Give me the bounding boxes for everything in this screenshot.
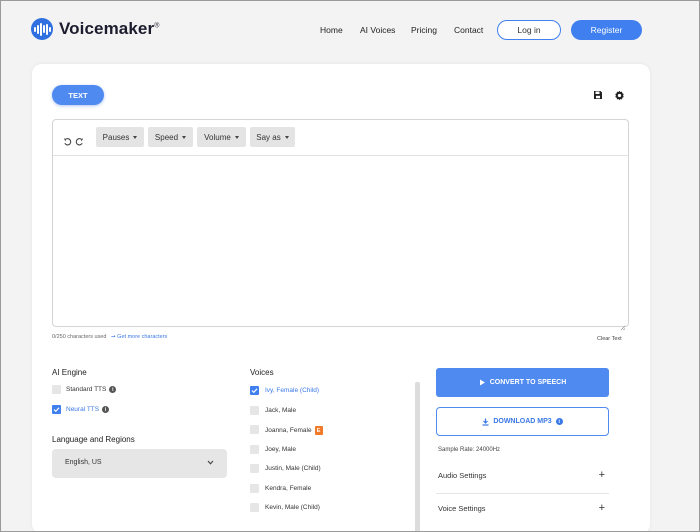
brand-name: Voicemaker® (59, 19, 160, 38)
divider (436, 493, 609, 494)
info-icon[interactable]: i (109, 386, 117, 393)
voice-label: Justin, Male (Child) (265, 465, 321, 472)
standard-tts-checkbox[interactable] (52, 385, 61, 394)
caret-down-icon (284, 135, 289, 139)
play-icon (479, 379, 485, 386)
voice-checkbox[interactable] (250, 425, 259, 434)
voice-checkbox[interactable] (250, 386, 259, 395)
voice-item[interactable]: Ivy, Female (Child) (250, 386, 420, 398)
ai-engine-title: AI Engine (52, 368, 87, 377)
save-icon[interactable] (592, 89, 604, 101)
chevron-down-icon (207, 460, 214, 465)
voice-item[interactable]: Joey, Male (250, 445, 420, 457)
text-input[interactable] (53, 156, 628, 326)
audio-settings-toggle[interactable]: Audio Settings + (436, 462, 609, 490)
waveform-icon (31, 18, 53, 40)
voice-item[interactable]: Kendra, Female (250, 484, 420, 496)
caret-down-icon (182, 135, 187, 139)
download-mp3-button[interactable]: DOWNLOAD MP3 i (436, 407, 609, 436)
info-icon[interactable]: i (102, 406, 110, 413)
standard-tts-label: Standard TTS i (66, 386, 117, 393)
text-editor: Pauses Speed Volume Say as (52, 119, 629, 331)
caret-down-icon (133, 135, 138, 139)
editor-toolbar: Pauses Speed Volume Say as (53, 120, 628, 156)
tts-card: TEXT Pauses Speed Volume Say as 0/250 ch… (32, 64, 650, 531)
plus-icon: + (598, 502, 605, 514)
voice-label: Joanna, Female E (265, 426, 323, 435)
caret-down-icon (234, 135, 239, 139)
gear-icon[interactable] (613, 89, 625, 101)
voice-label: Ivy, Female (Child) (265, 387, 320, 394)
voice-checkbox[interactable] (250, 503, 259, 512)
voice-badge: E (314, 426, 323, 435)
login-button[interactable]: Log in (497, 20, 561, 40)
resize-handle-icon[interactable] (620, 318, 626, 331)
voices-scrollbar[interactable] (415, 382, 420, 531)
voice-checkbox[interactable] (250, 406, 259, 415)
browser-viewport: Voicemaker® Home AI Voices Pricing Conta… (0, 0, 700, 532)
nav-home[interactable]: Home (320, 25, 343, 35)
nav-contact[interactable]: Contact (454, 25, 483, 35)
sample-rate: Sample Rate: 24000Hz (438, 447, 501, 453)
clear-text-button[interactable]: Clear Text (597, 336, 622, 342)
say-as-dropdown[interactable]: Say as (250, 127, 295, 147)
brand-logo[interactable]: Voicemaker® (31, 18, 159, 40)
nav-pricing[interactable]: Pricing (411, 25, 437, 35)
nav-ai-voices[interactable]: AI Voices (360, 25, 395, 35)
speed-dropdown[interactable]: Speed (148, 127, 193, 147)
voice-item[interactable]: Joanna, Female E (250, 425, 420, 437)
download-icon (482, 418, 489, 426)
redo-icon[interactable] (75, 133, 85, 146)
convert-to-speech-button[interactable]: CONVERT TO SPEECH (436, 368, 609, 397)
register-button[interactable]: Register (571, 20, 642, 40)
get-more-characters-link[interactable]: ➞ Get more characters (111, 334, 167, 340)
voice-label: Jack, Male (265, 407, 297, 414)
voices-list: Ivy, Female (Child) Jack, Male Joanna, F… (250, 384, 420, 531)
voice-checkbox[interactable] (250, 445, 259, 454)
language-title: Language and Regions (52, 435, 135, 444)
voice-label: Kevin, Male (Child) (265, 504, 320, 511)
tab-text[interactable]: TEXT (52, 85, 104, 105)
voice-item[interactable]: Kevin, Male (Child) (250, 503, 420, 515)
info-icon[interactable]: i (555, 418, 563, 425)
voice-item[interactable]: Justin, Male (Child) (250, 464, 420, 476)
pauses-dropdown[interactable]: Pauses (96, 127, 144, 147)
character-counter: 0/250 characters used ➞ Get more charact… (52, 334, 168, 340)
language-select[interactable]: English, US (52, 449, 227, 478)
neural-tts-checkbox[interactable] (52, 405, 61, 414)
voice-checkbox[interactable] (250, 484, 259, 493)
voice-settings-toggle[interactable]: Voice Settings + (436, 495, 609, 523)
voices-title: Voices (250, 368, 274, 377)
site-header: Voicemaker® Home AI Voices Pricing Conta… (1, 1, 699, 57)
plus-icon: + (598, 469, 605, 481)
voice-label: Joey, Male (265, 446, 296, 453)
neural-tts-label: Neural TTS i (66, 406, 110, 413)
voice-label: Kendra, Female (265, 485, 312, 492)
volume-dropdown[interactable]: Volume (197, 127, 246, 147)
undo-icon[interactable] (63, 133, 73, 146)
voice-item[interactable]: Jack, Male (250, 406, 420, 418)
voice-checkbox[interactable] (250, 464, 259, 473)
